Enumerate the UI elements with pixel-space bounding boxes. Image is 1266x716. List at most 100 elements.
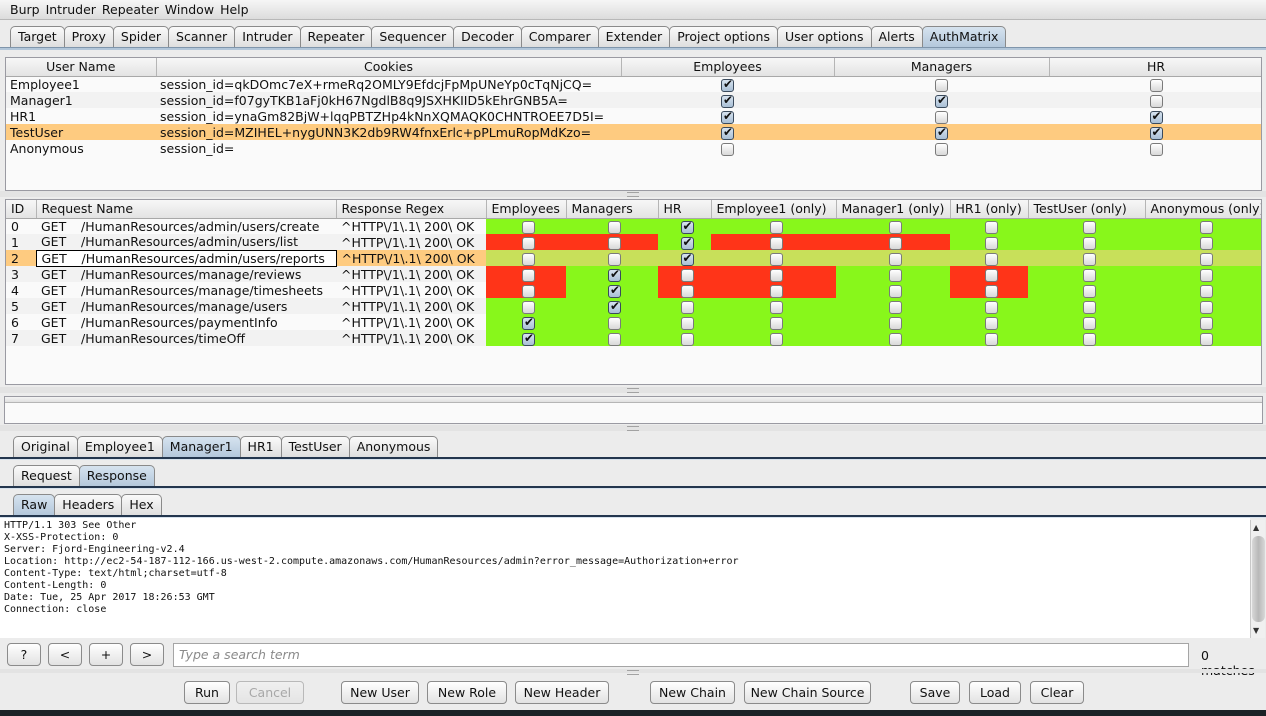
request-row[interactable]: 4 GET/HumanResources/manage/timesheets ^HT… [6, 282, 1261, 298]
new-header-button[interactable]: New Header [515, 681, 609, 704]
request-checkbox-employee1-only[interactable] [769, 284, 783, 298]
user-cookies[interactable]: session_id= [156, 140, 621, 156]
request-checkbox-hr1-only[interactable] [985, 268, 998, 282]
request-checkbox-anonymous-only[interactable] [1200, 332, 1213, 346]
request-checkbox-employee1-only[interactable] [769, 268, 783, 282]
request-checkbox-hr[interactable] [680, 316, 694, 330]
request-checkbox-employees[interactable] [522, 268, 535, 282]
new-chain-source-button[interactable]: New Chain Source [744, 681, 871, 704]
request-checkbox-employee1-only[interactable] [769, 220, 783, 234]
tab-extender[interactable]: Extender [597, 26, 671, 47]
view-tab-raw[interactable]: Raw [13, 494, 56, 515]
request-checkbox-anonymous-only[interactable] [1200, 284, 1213, 298]
tab-repeater[interactable]: Repeater [299, 26, 373, 47]
request-row[interactable]: 6 GET/HumanResources/paymentInfo ^HTTP\/1\… [6, 314, 1261, 330]
user-name[interactable]: Anonymous [6, 140, 156, 156]
splitter-users-requests[interactable] [0, 191, 1266, 197]
request-checkbox-employee1-only[interactable] [769, 236, 783, 250]
request-checkbox-employees[interactable] [522, 300, 535, 314]
request-regex[interactable]: ^HTTP\/1\.1\ 200\ OK [336, 314, 486, 330]
request-checkbox-testuser-only[interactable] [1082, 236, 1096, 250]
request-checkbox-hr1-only[interactable] [985, 220, 998, 234]
request-name[interactable]: GET/HumanResources/manage/users [36, 298, 336, 314]
requests-column-managers[interactable]: Managers [566, 200, 659, 219]
request-name[interactable]: GET/HumanResources/timeOff [36, 330, 336, 346]
request-checkbox-hr1-only[interactable] [985, 284, 998, 298]
user-tab-manager1[interactable]: Manager1 [161, 436, 241, 457]
request-checkbox-hr1-only[interactable] [985, 300, 998, 314]
role-checkbox-employees[interactable] [721, 109, 734, 124]
tab-alerts[interactable]: Alerts [870, 26, 923, 47]
tab-decoder[interactable]: Decoder [453, 26, 522, 47]
request-checkbox-anonymous-only[interactable] [1200, 236, 1213, 250]
user-row[interactable]: HR1 session_id=ynaGm82BjW+lqqPBTZHp4kNnXQ… [6, 108, 1261, 124]
request-checkbox-manager1-only[interactable] [889, 300, 902, 314]
request-id[interactable]: 4 [6, 282, 36, 298]
requests-column-anonymous-only[interactable]: Anonymous (only) [1145, 200, 1261, 219]
request-name[interactable]: GET/HumanResources/manage/reviews [36, 266, 336, 282]
user-tab-original[interactable]: Original [13, 436, 78, 457]
role-checkbox-managers[interactable] [935, 78, 948, 92]
user-cookies[interactable]: session_id=ynaGm82BjW+lqqPBTZHp4kNnXQMAQ… [156, 108, 621, 124]
request-checkbox-manager1-only[interactable] [889, 316, 902, 330]
request-row[interactable]: 0 GET/HumanResources/admin/users/create ^H… [6, 218, 1261, 234]
request-name[interactable]: GET/HumanResources/admin/users/create [36, 218, 336, 234]
tab-target[interactable]: Target [10, 26, 65, 47]
request-checkbox-hr1-only[interactable] [985, 236, 998, 250]
role-checkbox-employees[interactable] [721, 142, 734, 156]
request-regex[interactable]: ^HTTP\/1\.1\ 200\ OK [336, 282, 486, 298]
new-chain-button[interactable]: New Chain [650, 681, 735, 704]
role-checkbox-employees[interactable] [721, 77, 734, 92]
tab-sequencer[interactable]: Sequencer [371, 26, 455, 47]
splitter-bottom[interactable] [0, 669, 1266, 675]
role-checkbox-hr[interactable] [1149, 142, 1163, 156]
role-checkbox-hr[interactable] [1149, 109, 1163, 124]
request-checkbox-managers[interactable] [608, 299, 621, 314]
request-checkbox-testuser-only[interactable] [1082, 252, 1096, 266]
request-checkbox-manager1-only[interactable] [889, 284, 902, 298]
request-checkbox-hr[interactable] [680, 284, 694, 298]
request-name[interactable]: GET/HumanResources/admin/users/reports [35, 249, 337, 267]
user-row[interactable]: Manager1 session_id=f07gyTKB1aFj0kH67Ngdl… [6, 92, 1261, 108]
next-match-button[interactable]: > [130, 643, 164, 666]
request-checkbox-manager1-only[interactable] [889, 268, 902, 282]
scroll-up-icon[interactable]: ▲ [1253, 523, 1259, 532]
request-checkbox-managers[interactable] [608, 267, 621, 282]
user-name[interactable]: Manager1 [6, 92, 156, 108]
request-checkbox-hr[interactable] [680, 219, 694, 234]
view-tab-hex[interactable]: Hex [121, 494, 162, 515]
request-checkbox-hr[interactable] [680, 235, 694, 250]
users-column-managers[interactable]: Managers [834, 58, 1050, 77]
menu-repeater[interactable]: Repeater [96, 0, 159, 17]
request-row[interactable]: 1 GET/HumanResources/admin/users/list ^HTT… [6, 234, 1261, 250]
request-checkbox-testuser-only[interactable] [1082, 284, 1096, 298]
request-checkbox-testuser-only[interactable] [1082, 300, 1096, 314]
request-checkbox-employees[interactable] [522, 315, 535, 330]
request-checkbox-hr1-only[interactable] [985, 332, 998, 346]
requests-column-id[interactable]: ID [6, 200, 37, 219]
view-tab-headers[interactable]: Headers [54, 494, 123, 515]
request-regex[interactable]: ^HTTP\/1\.1\ 200\ OK [336, 218, 486, 234]
help-button[interactable]: ? [7, 643, 41, 666]
request-checkbox-manager1-only[interactable] [889, 236, 902, 250]
request-checkbox-employee1-only[interactable] [769, 252, 783, 266]
role-checkbox-managers[interactable] [935, 93, 948, 108]
request-id[interactable]: 6 [6, 314, 36, 330]
menu-burp[interactable]: Burp [0, 0, 40, 17]
message-tab-request[interactable]: Request [13, 465, 80, 486]
request-row[interactable]: 5 GET/HumanResources/manage/users ^HTTP\/1… [6, 298, 1261, 314]
request-checkbox-employee1-only[interactable] [769, 316, 783, 330]
requests-column-request-name[interactable]: Request Name [36, 200, 337, 219]
request-checkbox-employees[interactable] [522, 252, 535, 266]
request-checkbox-hr[interactable] [680, 268, 694, 282]
request-row[interactable]: 3 GET/HumanResources/manage/reviews ^HTTP\… [6, 266, 1261, 282]
request-regex[interactable]: ^HTTP\/1\.1\ 200\ OK [336, 266, 486, 282]
new-role-button[interactable]: New Role [427, 681, 507, 704]
role-checkbox-managers[interactable] [935, 142, 948, 156]
user-name[interactable]: HR1 [6, 108, 156, 124]
role-checkbox-hr[interactable] [1149, 94, 1163, 108]
request-checkbox-testuser-only[interactable] [1082, 220, 1096, 234]
role-checkbox-employees[interactable] [721, 125, 734, 140]
request-checkbox-testuser-only[interactable] [1082, 332, 1096, 346]
request-checkbox-anonymous-only[interactable] [1200, 300, 1213, 314]
